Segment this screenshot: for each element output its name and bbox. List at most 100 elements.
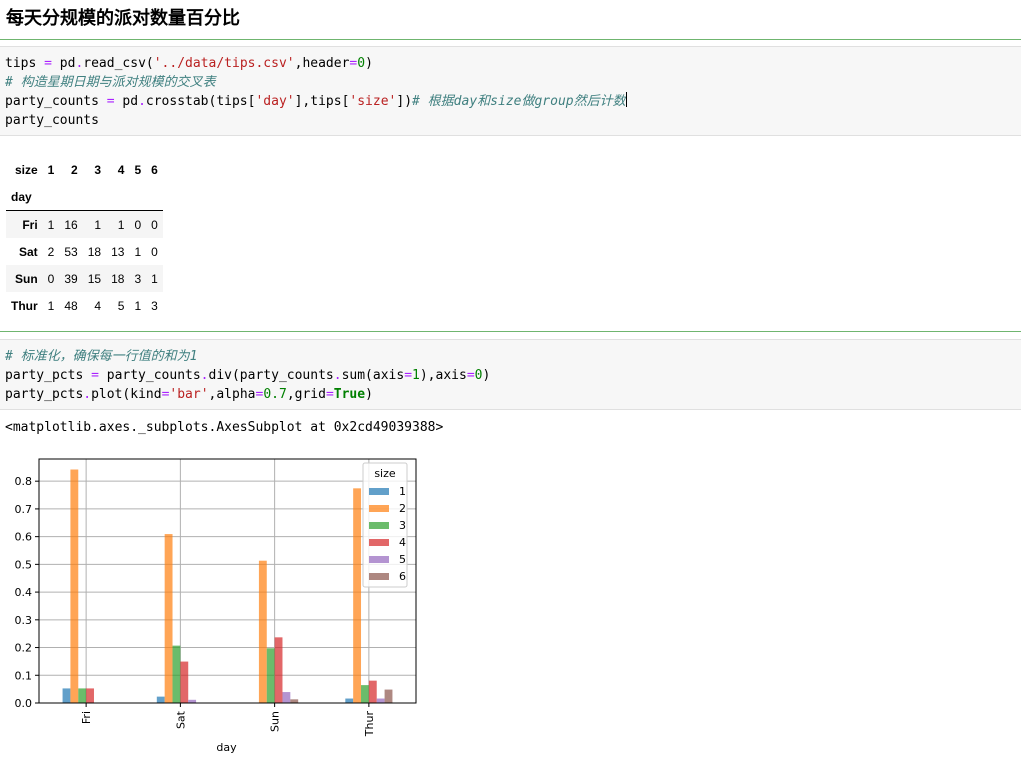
column-header: 6: [151, 162, 158, 177]
bar-fri-size-1: [62, 688, 71, 703]
table-cell: 0: [151, 244, 158, 259]
table-cell: 0: [134, 217, 142, 232]
cell-separator: [0, 331, 1021, 332]
legend-swatch: [369, 488, 389, 495]
legend-label: 6: [399, 570, 406, 583]
table-cell: 0: [47, 271, 55, 286]
table-cell: 3: [134, 271, 142, 286]
code-line: party_pcts = party_counts.div(party_coun…: [5, 368, 491, 383]
row-index: Sun: [15, 271, 38, 286]
code-line: party_counts = pd.crosstab(tips['day'],t…: [5, 92, 627, 109]
code-line: party_pcts.plot(kind='bar',alpha=0.7,gri…: [5, 387, 373, 402]
legend-title: size: [374, 467, 396, 480]
bar-fri-size-2: [70, 469, 79, 703]
legend-swatch: [369, 505, 389, 512]
bar-thur-size-6: [384, 689, 393, 703]
x-tick-label: Sun: [269, 711, 282, 732]
table-header-index: day: [6, 183, 163, 211]
bar-fri-size-3: [78, 688, 87, 703]
column-header: 2: [71, 162, 78, 177]
code-cell-2[interactable]: # 标准化，确保每一行值的和为1 party_pcts = party_count…: [0, 339, 1021, 410]
x-tick-label: Sat: [174, 710, 187, 729]
bar-sun-size-6: [290, 699, 299, 703]
legend-label: 1: [399, 485, 406, 498]
table-cell: 16: [64, 217, 78, 232]
row-index: Thur: [11, 298, 38, 313]
y-tick-label: 0.2: [15, 642, 33, 655]
bar-thur-size-3: [361, 685, 369, 703]
column-header: 1: [47, 162, 55, 177]
legend-label: 4: [399, 536, 406, 549]
code-cell-2-source[interactable]: # 标准化，确保每一行值的和为1 party_pcts = party_count…: [5, 347, 490, 404]
code-line: # 标准化，确保每一行值的和为1: [5, 349, 198, 364]
table-cell: 3: [151, 298, 158, 313]
code-line: party_counts: [5, 113, 99, 128]
bar-fri-size-4: [86, 688, 94, 703]
y-tick-label: 0.6: [15, 531, 33, 544]
crosstab-output-table: size 1 2 3 4 5 6 day Fri 1 16 1 1 0 0 Sat 2 53 18 1…: [6, 156, 163, 319]
y-tick-label: 0.4: [15, 586, 33, 599]
text-cursor: [625, 92, 627, 107]
column-header: 4: [117, 162, 125, 177]
code-cell-1[interactable]: tips = pd.read_csv('../data/tips.csv',he…: [0, 46, 1021, 136]
y-tick-label: 0.1: [15, 669, 33, 682]
table-row: Thur 1 48 4 5 1 3: [6, 292, 163, 319]
table-cell: 15: [87, 271, 102, 286]
x-tick-label: Fri: [80, 711, 93, 724]
bar-chart: 0.0 0.1 0.2 0.3 0.4 0.5 0.6 0.7 0.8 Fri Sat Sun Thur…: [15, 458, 417, 754]
legend-label: 2: [399, 502, 406, 515]
column-header: 5: [134, 162, 142, 177]
x-tick-label: Thur: [363, 711, 376, 738]
table-header-columns: size 1 2 3 4 5 6: [6, 156, 163, 183]
table-row: Sun 0 39 15 18 3 1: [6, 265, 163, 292]
bar-thur-size-1: [345, 698, 354, 703]
table-cell: 53: [64, 244, 78, 259]
x-axis-label: day: [216, 741, 237, 754]
table-cell: 18: [111, 271, 125, 286]
table-cell: 1: [117, 217, 125, 232]
bar-sat-size-4: [180, 661, 189, 703]
bar-sun-size-2: [258, 560, 267, 703]
y-tick-label: 0.0: [15, 697, 33, 710]
table-row: Fri 1 16 1 1 0 0: [6, 210, 163, 238]
code-cell-1-source[interactable]: tips = pd.read_csv('../data/tips.csv',he…: [5, 54, 627, 130]
bar-sun-size-4: [274, 637, 283, 703]
bar-sat-size-1: [156, 696, 165, 703]
columns-label: size: [14, 162, 38, 177]
table-cell: 48: [64, 298, 78, 313]
bar-thur-size-4: [368, 680, 377, 703]
column-header: 3: [94, 162, 102, 177]
legend-swatch: [369, 522, 389, 529]
bar-sat-size-3: [172, 645, 181, 703]
table-cell: 1: [47, 217, 55, 232]
table-cell: 1: [134, 244, 142, 259]
legend-swatch: [369, 556, 389, 563]
table-cell: 1: [134, 298, 142, 313]
y-tick-label: 0.7: [15, 503, 33, 516]
row-index: Sat: [18, 244, 38, 259]
legend-label: 5: [399, 553, 406, 566]
bar-thur-size-2: [353, 488, 362, 703]
index-label: day: [6, 183, 43, 211]
row-index: Fri: [22, 217, 38, 232]
legend-swatch: [369, 573, 389, 580]
table-cell: 1: [151, 271, 158, 286]
legend-label: 3: [399, 519, 406, 532]
legend-swatch: [369, 539, 389, 546]
y-tick-label: 0.5: [15, 558, 33, 571]
table-cell: 0: [151, 217, 158, 232]
table-cell: 2: [47, 244, 55, 259]
table-cell: 13: [111, 244, 125, 259]
bar-thur-size-5: [376, 698, 385, 703]
table-cell: 1: [94, 217, 102, 232]
table-cell: 4: [94, 298, 102, 313]
bar-sat-size-2: [164, 534, 173, 703]
section-heading: 每天分规模的派对数量百分比: [6, 8, 240, 29]
cell-output-text: <matplotlib.axes._subplots.AxesSubplot a…: [5, 420, 444, 435]
table-row: Sat 2 53 18 13 1 0: [6, 238, 163, 265]
cell-separator: [0, 39, 1021, 40]
y-tick-label: 0.8: [15, 475, 33, 488]
bar-sun-size-5: [282, 692, 291, 703]
code-line: tips = pd.read_csv('../data/tips.csv',he…: [5, 56, 373, 71]
bar-sun-size-3: [266, 648, 275, 703]
